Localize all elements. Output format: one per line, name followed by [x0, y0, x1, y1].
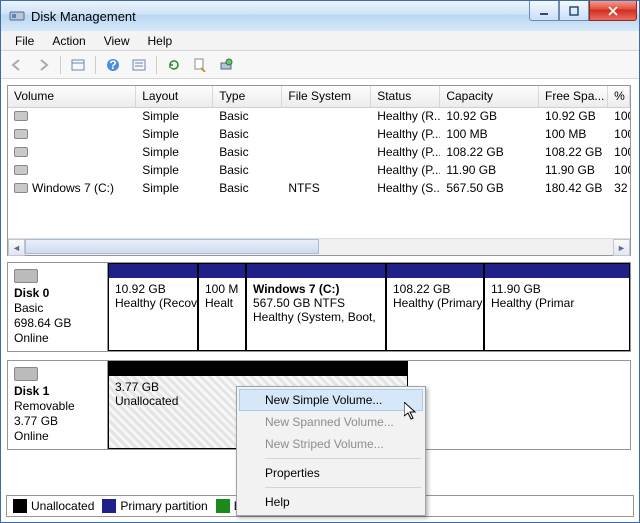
table-row[interactable]: SimpleBasicHealthy (R...10.92 GB10.92 GB…: [8, 108, 630, 126]
col-capacity[interactable]: Capacity: [440, 86, 539, 107]
legend-primary: Primary partition: [120, 499, 207, 513]
scroll-left-icon[interactable]: ◄: [8, 239, 25, 256]
disk-0-state: Online: [14, 331, 101, 345]
volume-table: Volume Layout Type File System Status Ca…: [7, 85, 631, 256]
titlebar[interactable]: Disk Management: [1, 1, 639, 31]
forward-button[interactable]: [31, 54, 55, 76]
col-percent[interactable]: % F: [608, 86, 630, 107]
menu-file[interactable]: File: [7, 32, 42, 50]
context-menu: New Simple Volume... New Spanned Volume.…: [236, 386, 426, 516]
menu-help[interactable]: Help: [140, 32, 181, 50]
svg-text:?: ?: [109, 58, 116, 72]
horizontal-scrollbar[interactable]: ◄ ►: [8, 238, 630, 255]
toolbar: ?: [1, 51, 639, 79]
menu-new-spanned-volume: New Spanned Volume...: [239, 411, 423, 433]
disk-management-window: Disk Management File Action View Help ? …: [0, 0, 640, 523]
action-icon[interactable]: [214, 54, 238, 76]
menu-action[interactable]: Action: [44, 32, 93, 50]
table-header: Volume Layout Type File System Status Ca…: [8, 86, 630, 108]
close-button[interactable]: [589, 1, 637, 21]
menu-new-striped-volume: New Striped Volume...: [239, 433, 423, 455]
disk-0-pane: Disk 0 Basic 698.64 GB Online 10.92 GBHe…: [7, 262, 631, 352]
partition[interactable]: 10.92 GBHealthy (Recov: [108, 263, 198, 351]
partition[interactable]: 108.22 GBHealthy (Primary Pa: [386, 263, 484, 351]
settings-list-icon[interactable]: [127, 54, 151, 76]
properties-icon[interactable]: [188, 54, 212, 76]
disk-1-size: 3.77 GB: [14, 414, 101, 428]
partition[interactable]: 11.90 GBHealthy (Primar: [484, 263, 630, 351]
table-row[interactable]: SimpleBasicHealthy (P...108.22 GB108.22 …: [8, 144, 630, 162]
disk-0-label: Disk 0: [14, 286, 101, 300]
table-row[interactable]: SimpleBasicHealthy (P...100 MB100 MB100: [8, 126, 630, 144]
disk-1-type: Removable: [14, 399, 101, 413]
table-row[interactable]: Windows 7 (C:)SimpleBasicNTFSHealthy (S.…: [8, 180, 630, 198]
disk-0-type: Basic: [14, 301, 101, 315]
app-icon: [9, 8, 25, 24]
disk-0-info[interactable]: Disk 0 Basic 698.64 GB Online: [8, 263, 108, 351]
col-layout[interactable]: Layout: [136, 86, 213, 107]
minimize-button[interactable]: [529, 1, 559, 21]
menubar: File Action View Help: [1, 31, 639, 51]
help-icon[interactable]: ?: [101, 54, 125, 76]
legend-unallocated: Unallocated: [31, 499, 94, 513]
disk-icon: [14, 367, 38, 381]
disk-1-state: Online: [14, 429, 101, 443]
disk-1-label: Disk 1: [14, 384, 101, 398]
table-row[interactable]: SimpleBasicHealthy (P...11.90 GB11.90 GB…: [8, 162, 630, 180]
menu-help[interactable]: Help: [239, 491, 423, 513]
col-status[interactable]: Status: [371, 86, 440, 107]
maximize-button[interactable]: [559, 1, 589, 21]
partition[interactable]: Windows 7 (C:)567.50 GB NTFSHealthy (Sys…: [246, 263, 386, 351]
col-filesystem[interactable]: File System: [282, 86, 371, 107]
scroll-thumb[interactable]: [25, 239, 319, 254]
scroll-right-icon[interactable]: ►: [613, 239, 630, 256]
col-free[interactable]: Free Spa...: [539, 86, 608, 107]
disk-1-info[interactable]: Disk 1 Removable 3.77 GB Online: [8, 361, 108, 449]
disk-0-size: 698.64 GB: [14, 316, 101, 330]
menu-view[interactable]: View: [96, 32, 138, 50]
disk-icon: [14, 269, 38, 283]
refresh-icon[interactable]: [162, 54, 186, 76]
table-body[interactable]: SimpleBasicHealthy (R...10.92 GB10.92 GB…: [8, 108, 630, 238]
view-icon[interactable]: [66, 54, 90, 76]
window-title: Disk Management: [31, 9, 529, 24]
col-type[interactable]: Type: [213, 86, 282, 107]
menu-new-simple-volume[interactable]: New Simple Volume...: [239, 389, 423, 411]
menu-properties[interactable]: Properties: [239, 462, 423, 484]
back-button[interactable]: [5, 54, 29, 76]
partition[interactable]: 100 MHealt: [198, 263, 246, 351]
col-volume[interactable]: Volume: [8, 86, 136, 107]
